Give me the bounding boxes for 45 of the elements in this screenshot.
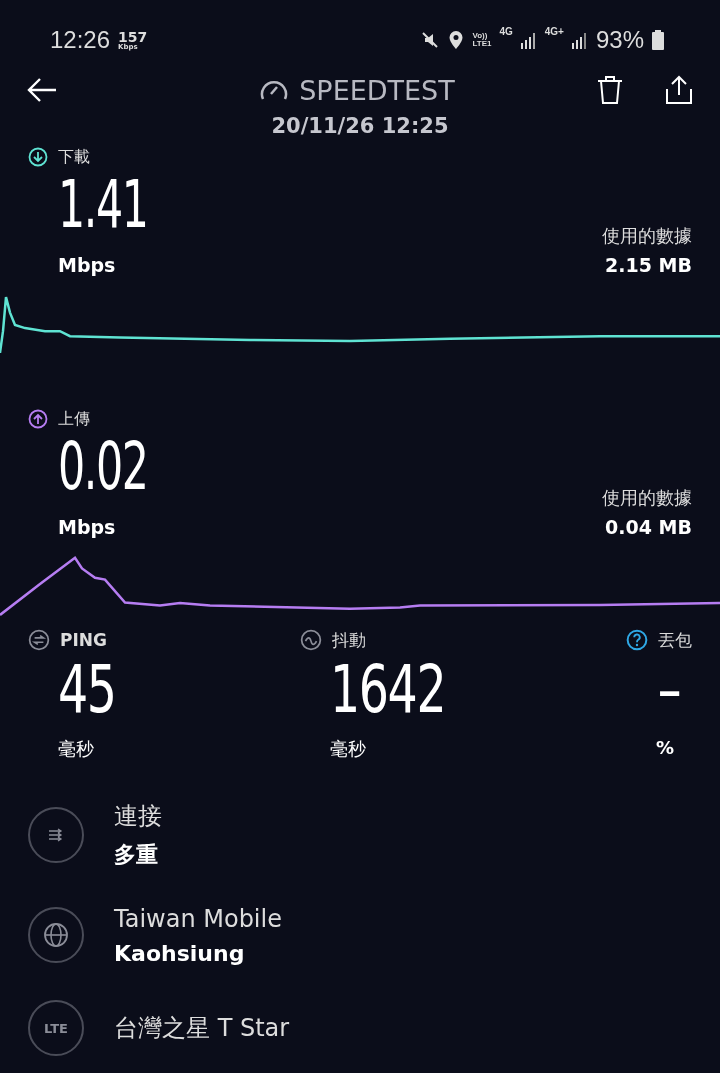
help-icon xyxy=(626,629,648,651)
data-used-label: 使用的數據 xyxy=(602,486,692,510)
stat-value: 45 xyxy=(58,657,116,723)
network-speed: 157 xyxy=(118,29,148,44)
data-used-label: 使用的數據 xyxy=(602,224,692,248)
speed-value: 0.02 xyxy=(58,434,148,500)
battery-percent: 93% xyxy=(595,26,644,54)
stat-label: 抖動 xyxy=(332,628,366,652)
stat-unit: % xyxy=(655,737,674,758)
volte-label: Vo)) xyxy=(472,32,488,40)
stat-unit: 毫秒 xyxy=(58,737,95,761)
detail-title: Taiwan Mobile xyxy=(114,904,282,933)
metric-label: 下載 xyxy=(58,146,90,168)
detail-title: 連接 xyxy=(114,801,162,832)
volte-sublabel: LTE1 xyxy=(472,40,492,48)
data-used-value: 0.04 MB xyxy=(604,516,692,538)
metric-label: 上傳 xyxy=(58,408,90,430)
stat-label: PING xyxy=(60,630,107,650)
signal-icon xyxy=(520,31,537,49)
share-button[interactable] xyxy=(664,75,694,105)
back-button[interactable] xyxy=(26,76,58,104)
stat-value: – xyxy=(657,657,680,723)
connections-icon xyxy=(28,807,84,863)
network-type: 4G+ xyxy=(544,26,564,37)
detail-title: 台灣之星 T Star xyxy=(114,1013,290,1044)
app-title: SPEEDTEST xyxy=(299,74,455,106)
speed-value: 1.41 xyxy=(58,172,148,238)
network-type: 4G xyxy=(499,26,513,37)
data-used-value: 2.15 MB xyxy=(604,254,692,276)
jitter-icon xyxy=(300,629,322,651)
speed-unit: Mbps xyxy=(58,254,117,276)
status-time: 12:26 xyxy=(50,26,111,54)
stat-unit: 毫秒 xyxy=(330,737,367,761)
stat-label: 丟包 xyxy=(658,628,692,652)
test-date: 20/11/26 12:25 xyxy=(270,114,450,138)
signal-icon xyxy=(571,31,588,49)
location-icon xyxy=(448,30,465,50)
speed-unit: Mbps xyxy=(58,516,117,538)
ping-icon xyxy=(28,629,50,651)
globe-icon xyxy=(28,907,84,963)
delete-button[interactable] xyxy=(596,75,624,105)
detail-subtitle: 多重 xyxy=(114,841,159,869)
battery-icon xyxy=(652,30,664,50)
detail-subtitle: Kaohsiung xyxy=(114,940,246,966)
stat-value: 1642 xyxy=(330,657,446,723)
